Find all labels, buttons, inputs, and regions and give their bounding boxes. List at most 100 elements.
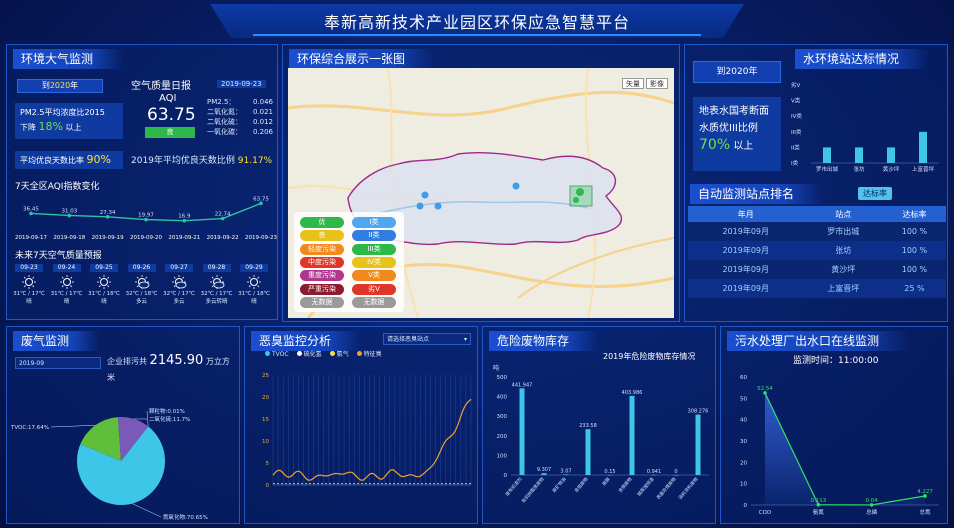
aqi-trend-chart: 36.45 2019-09-17 31.03 2019-09-18 27.34 2019-… <box>15 196 277 241</box>
odor-legend-item[interactable]: 特征臭 <box>356 351 382 358</box>
pollutant-row: 二氧化氮： 0.021 <box>207 107 273 117</box>
hazard-bar <box>585 429 591 475</box>
page-title-text: 奉新高新技术产业园区环保应急智慧平台 <box>323 13 630 32</box>
station-marker <box>576 188 584 196</box>
hazard-x-tick: 表面处理废物 <box>655 475 678 501</box>
waste-gas-pie-chart: 氮氧化物:70.65% TVOC:17.64% 二氧化硫:11.7%颗粒物:0.01… <box>11 407 208 521</box>
forecast-desc: 多云 <box>173 299 185 305</box>
legend-air-3[interactable]: 中度污染 <box>300 256 344 268</box>
hazard-x-tick: 精蒸馏残渣 <box>636 475 656 497</box>
water-y-tick: I类 <box>791 159 799 167</box>
aqi-trend-label: 63.75 <box>253 196 269 202</box>
water-target-pct: 70% <box>699 137 731 153</box>
map-satellite-button[interactable]: 影像 <box>646 78 668 89</box>
forecast-title: 未来7天空气质量预报 <box>15 251 102 261</box>
forecast-day: 09-28 32℃ / 17℃ 多云转晴 <box>199 264 235 306</box>
water-target-line1: 地表水国考断面 <box>699 106 769 117</box>
legend-water-4[interactable]: V类 <box>352 270 396 282</box>
odor-y-tick: 25 <box>262 373 269 379</box>
hazard-title: 危险废物库存 <box>489 331 600 351</box>
odor-series-line <box>272 398 472 481</box>
map-vector-button[interactable]: 矢量 <box>622 78 644 89</box>
aqi-trend-x-tick: 2019-09-20 <box>130 235 162 241</box>
odor-legend-item[interactable]: 硫化氢 <box>296 351 322 358</box>
water-x-tick: 黄沙坪 <box>883 165 900 173</box>
table-row[interactable]: 2019年09月 罗市出城 100 % <box>688 222 946 241</box>
forecast-temp: 31℃ / 18℃ <box>238 291 270 297</box>
sewage-x-tick: 总磷 <box>866 508 878 516</box>
table-cell: 2019年09月 <box>722 284 770 293</box>
page-title: 奉新高新技术产业园区环保应急智慧平台 <box>210 4 744 38</box>
hazard-bar-label: 308.276 <box>688 409 709 415</box>
cloudy-icon <box>209 275 224 289</box>
legend-air-4[interactable]: 重度污染 <box>300 270 344 282</box>
hazard-x-tick: 含铜废物 <box>617 475 634 494</box>
good-ratio-label: 2019年平均优良天数比例 <box>131 156 235 166</box>
forecast-desc: 多云转晴 <box>205 299 228 305</box>
hazard-bar <box>629 395 635 475</box>
legend-air-1[interactable]: 良 <box>300 230 344 242</box>
forecast-desc: 多云 <box>135 299 147 305</box>
forecast-date: 09-26 <box>127 264 156 272</box>
sewage-y-tick: 50 <box>740 396 747 402</box>
pie-label: 氮氧化物:70.65% <box>163 513 208 521</box>
water-y-tick: II类 <box>791 143 800 151</box>
station-marker <box>434 202 442 210</box>
legend-water-3[interactable]: IV类 <box>352 256 396 268</box>
odor-legend-label: TVOC <box>272 351 289 358</box>
aqi-date: 2019-09-23 <box>217 80 266 88</box>
map-view[interactable]: 矢量 影像 优良轻度污染 中度污染重度污染 严重污染 无数据 I类 II类 III类 IV类 V… <box>288 68 674 318</box>
pollutant-value: 0.046 <box>252 98 273 106</box>
water-bar <box>887 147 895 163</box>
waste-gas-total: 企业排污共 2145.90 万立方米 <box>107 353 237 386</box>
hazard-bar <box>695 414 701 475</box>
forecast-date: 09-23 <box>15 264 43 272</box>
ranking-header: 自动监测站点排名 达标率 <box>690 184 944 204</box>
legend-water-1[interactable]: II类 <box>352 230 396 242</box>
pm-target-line2: 下降 18% 以上 <box>20 120 82 133</box>
air-panel-title: 环境大气监测 <box>13 49 124 69</box>
legend-air-6[interactable]: 无数据 <box>300 296 344 308</box>
odor-station-select[interactable]: 请选择恶臭站点 ▾ <box>383 333 471 345</box>
table-row[interactable]: 2019年09月 张坊 100 % <box>688 241 946 260</box>
cloudy-icon <box>172 275 187 289</box>
good-ratio-value: 91.17% <box>237 156 273 166</box>
hazard-bar-label: 0.941 <box>647 469 661 475</box>
aqi-trend-title: 7天全区AQI指数变化 <box>15 182 100 192</box>
legend-air-5[interactable]: 严重污染 <box>300 283 344 295</box>
sewage-y-tick: 0 <box>744 503 748 509</box>
hazard-x-tick: 染料涂料废物 <box>677 475 700 501</box>
water-x-tick: 罗市出城 <box>816 165 839 173</box>
waste-gas-date-select[interactable]: 2019-09 <box>15 357 101 369</box>
sewage-point-label: 4.227 <box>917 489 933 495</box>
ranking-sort-button[interactable]: 达标率 <box>858 187 892 200</box>
sewage-point-label: 0.113 <box>810 498 826 504</box>
aqi-trend-x-tick: 2019-09-17 <box>15 235 47 241</box>
odor-legend-item[interactable]: TVOC <box>265 351 289 358</box>
table-row[interactable]: 2019年09月 黄沙坪 100 % <box>688 260 946 279</box>
water-y-tick: V类 <box>791 97 801 105</box>
water-y-tick: III类 <box>791 128 802 136</box>
hazard-bar <box>651 474 657 476</box>
legend-air-0[interactable]: 优 <box>300 217 344 228</box>
legend-dot-icon <box>265 351 270 356</box>
legend-water-2[interactable]: III类 <box>352 243 396 255</box>
forecast-temp: 32℃ / 18℃ <box>125 291 158 297</box>
odor-legend-item[interactable]: 氨气 <box>329 351 349 358</box>
odor-title: 恶臭监控分析 <box>251 331 362 351</box>
legend-air-2[interactable]: 轻度污染 <box>300 243 344 255</box>
good-days-pct: 90% <box>86 153 111 166</box>
pollutant-row: 一氧化碳： 0.206 <box>207 127 273 137</box>
legend-water-5[interactable]: 劣V <box>352 283 396 295</box>
table-cell: 25 % <box>904 284 925 293</box>
legend-water-0[interactable]: I类 <box>352 217 396 228</box>
waste-gas-title: 废气监测 <box>13 331 100 351</box>
water-target-line2: 水质优III比例 <box>699 123 758 134</box>
forecast-desc: 晴 <box>251 299 257 305</box>
table-cell: 2019年09月 <box>722 246 770 255</box>
good-ratio: 2019年平均优良天数比例 91.17% <box>131 153 272 166</box>
odor-legend-label: 特征臭 <box>363 351 382 358</box>
legend-water-6[interactable]: 无数据 <box>352 296 396 308</box>
pm-target-pct: 18% <box>38 120 63 133</box>
table-row[interactable]: 2019年09月 上富晋坪 25 % <box>688 279 946 298</box>
